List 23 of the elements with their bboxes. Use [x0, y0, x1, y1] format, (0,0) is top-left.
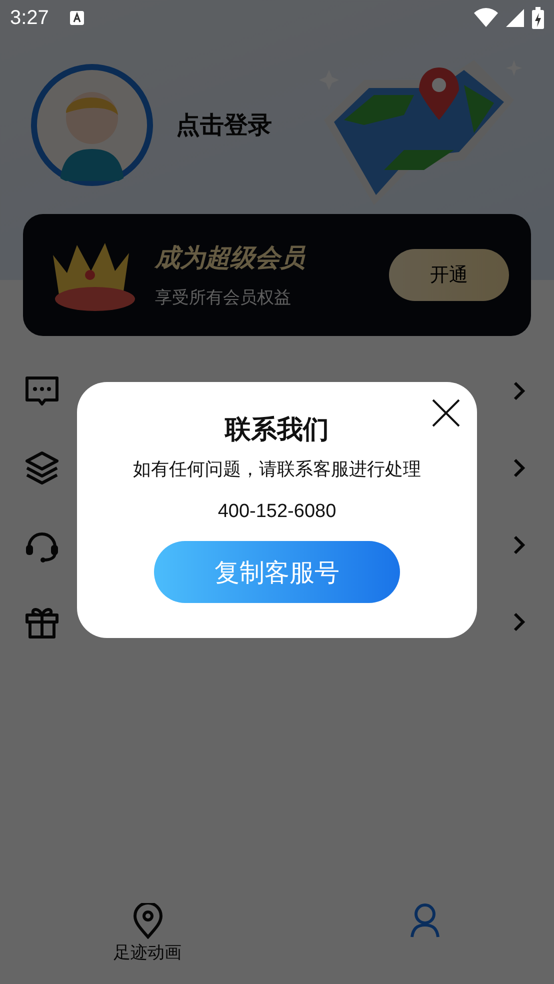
person-icon: [408, 903, 440, 939]
activate-button[interactable]: 开通: [389, 249, 509, 301]
nav-tab[interactable]: 足迹动画: [114, 903, 182, 964]
dialog-title: 联系我们: [225, 414, 329, 447]
status-time: 3:27: [10, 6, 49, 30]
close-icon[interactable]: [431, 398, 461, 428]
avatar[interactable]: [30, 63, 154, 187]
layers-icon: [24, 450, 60, 486]
vip-subtitle: 享受所有会员权益: [155, 287, 292, 309]
chevron-right-icon: [512, 380, 526, 400]
vip-title: 成为超级会员: [155, 242, 305, 274]
location-pin-icon: [132, 903, 164, 939]
keyboard-notification-icon: [68, 10, 85, 26]
battery-icon: [532, 7, 544, 29]
dialog-message: 如有任何问题，请联系客服进行处理: [133, 458, 421, 481]
chevron-right-icon: [512, 612, 526, 632]
login-prompt[interactable]: 点击登录: [176, 109, 272, 141]
chevron-right-icon: [512, 534, 526, 554]
phone-number: 400-152-6080: [218, 501, 336, 523]
wifi-icon: [474, 8, 498, 28]
chevron-right-icon: [512, 458, 526, 478]
copy-number-button[interactable]: 复制客服号: [154, 541, 400, 603]
signal-icon: [506, 9, 524, 27]
